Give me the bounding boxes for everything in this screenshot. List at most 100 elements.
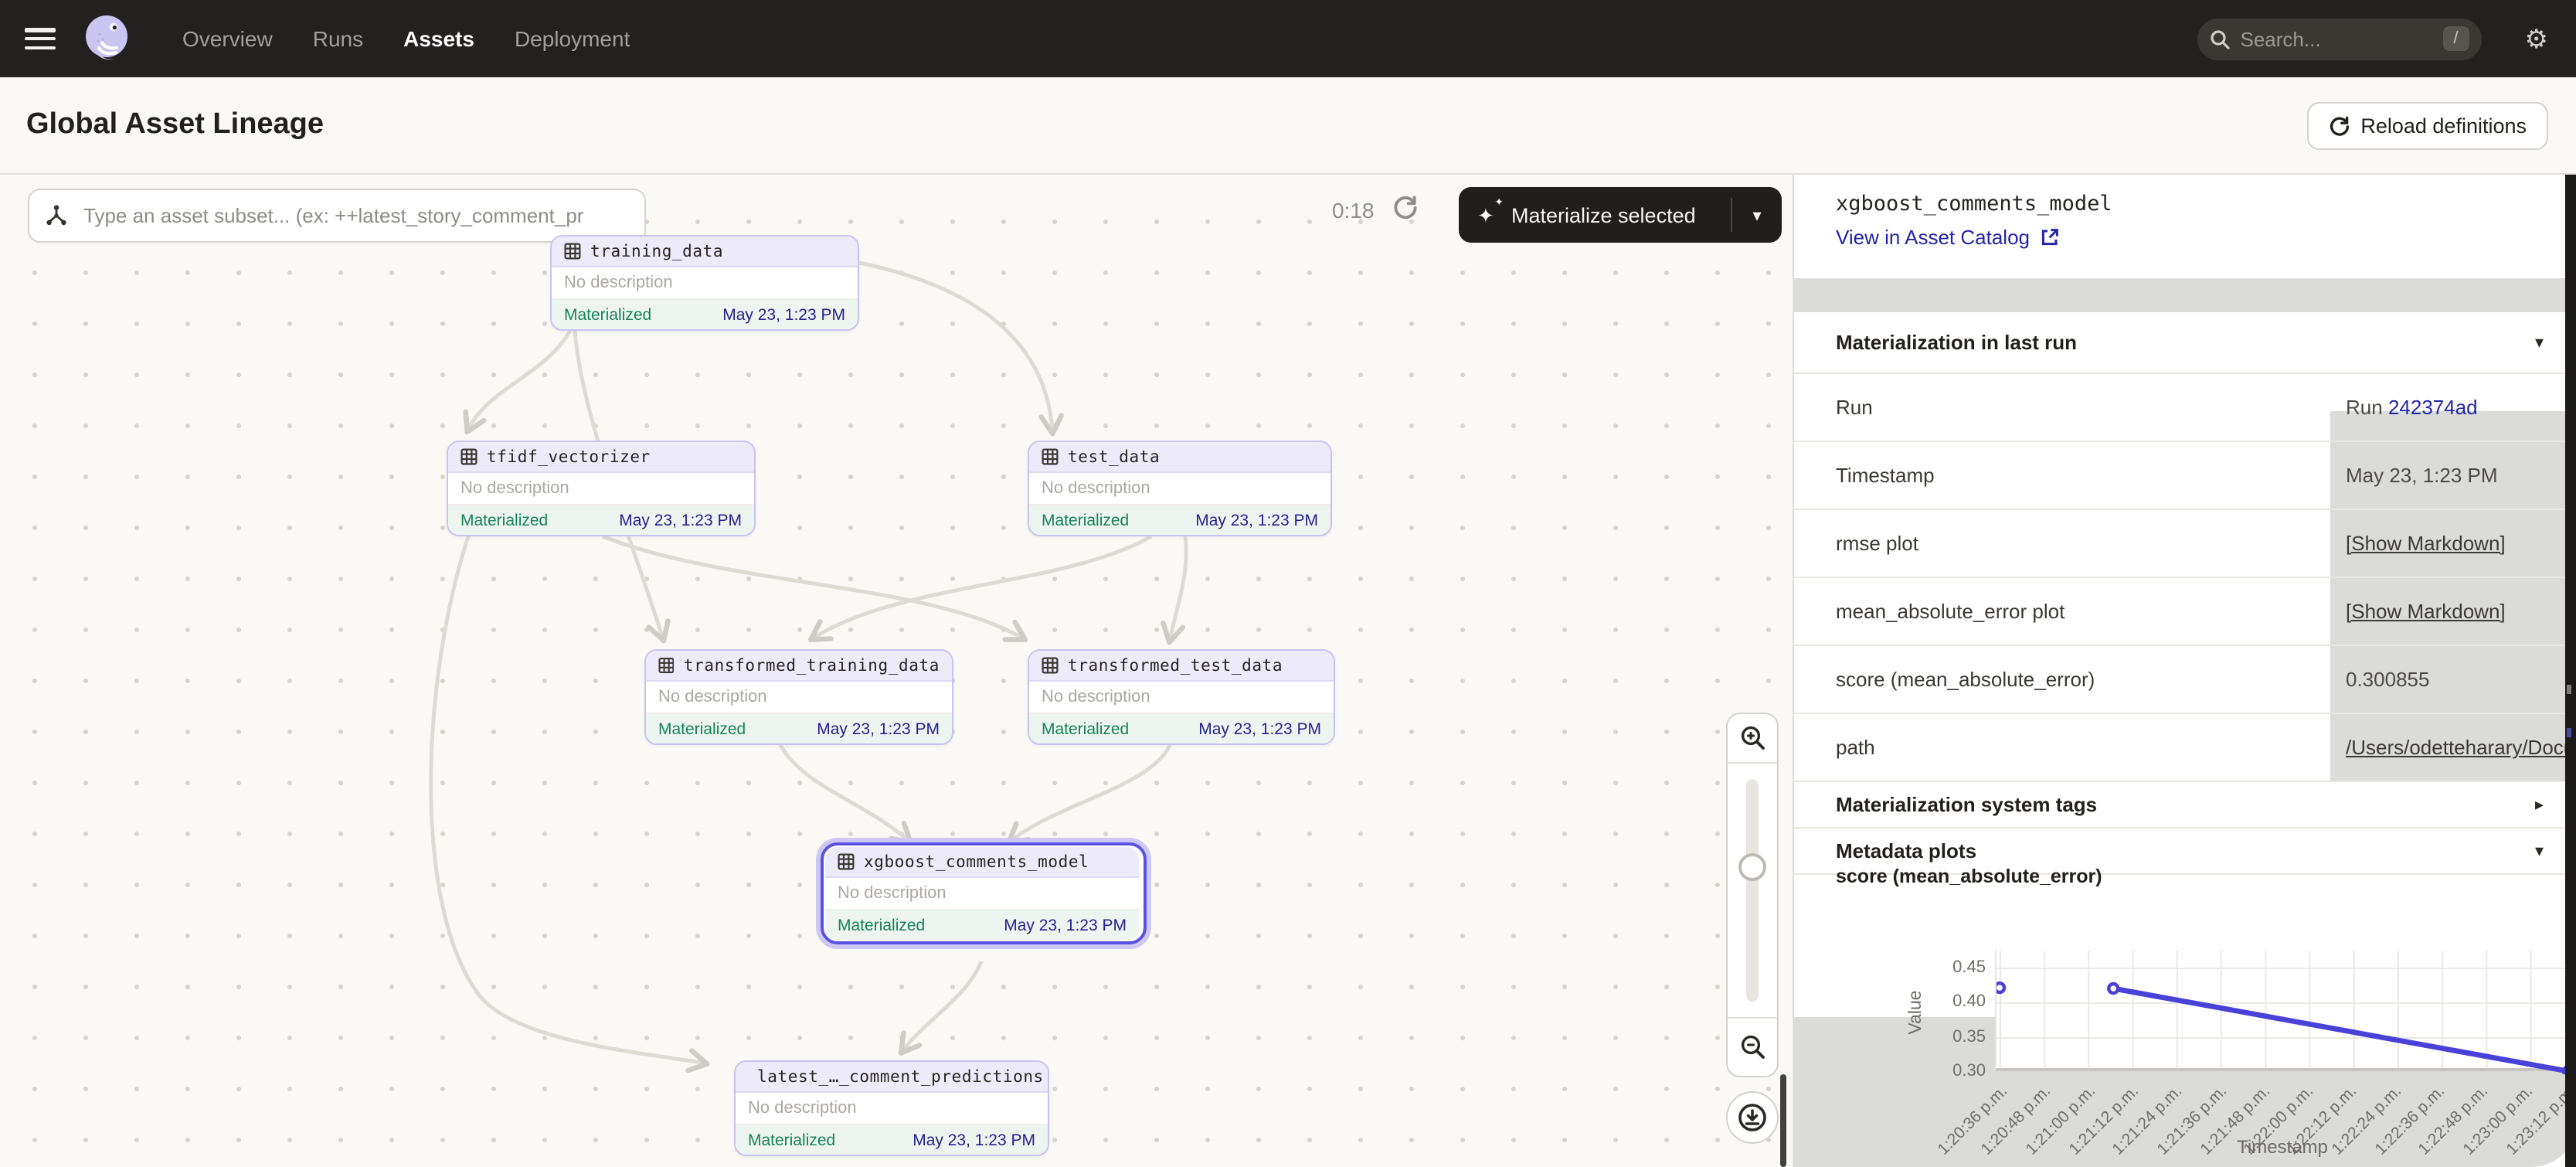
asset-node-transformed-test-data[interactable]: transformed_test_data No description Mat… xyxy=(1028,649,1335,745)
search-placeholder: Search... xyxy=(2241,27,2443,50)
gear-icon[interactable]: ⚙ xyxy=(2525,26,2549,52)
metadata-row-path: path /Users/odetteharary/Documents/versi… xyxy=(1794,714,2576,782)
zoom-slider[interactable] xyxy=(1728,762,1777,1019)
nav-item-runs[interactable]: Runs xyxy=(313,26,363,51)
nav-item-overview[interactable]: Overview xyxy=(182,26,273,51)
chart-data-point xyxy=(2109,984,2118,993)
run-id-link[interactable]: 242374ad xyxy=(2388,396,2478,419)
materialize-selected-label: Materialize selected xyxy=(1511,203,1696,226)
page-title: Global Asset Lineage xyxy=(26,108,324,142)
asset-node-name: transformed_test_data xyxy=(1068,656,1283,675)
asset-node-latest-comment-predictions[interactable]: latest_…_comment_predictions No descript… xyxy=(734,1060,1049,1156)
table-icon xyxy=(1042,448,1059,465)
asset-node-description: No description xyxy=(448,473,754,505)
chevron-down-icon: ▾ xyxy=(1752,205,1761,225)
table-icon xyxy=(658,657,675,674)
view-in-asset-catalog-link[interactable]: View in Asset Catalog xyxy=(1836,226,2059,249)
panel-divider-band xyxy=(1794,278,2576,312)
hamburger-menu-icon[interactable] xyxy=(25,28,56,49)
table-icon xyxy=(564,243,581,260)
asset-node-description: No description xyxy=(552,267,858,300)
y-tick-label: 0.30 xyxy=(1924,1062,1986,1080)
download-graph-button[interactable] xyxy=(1726,1091,1779,1144)
asset-details-panel: xgboost_comments_model View in Asset Cat… xyxy=(1793,175,2576,1167)
section-materialization-system-tags[interactable]: Materialization system tags ▸ xyxy=(1794,782,2576,828)
table-icon xyxy=(838,853,855,870)
app: Overview Runs Assets Deployment Search..… xyxy=(0,0,2576,1167)
top-nav: Overview Runs Assets Deployment Search..… xyxy=(0,0,2576,77)
y-tick-label: 0.40 xyxy=(1924,992,1986,1011)
chevron-down-icon: ▾ xyxy=(2535,841,2544,861)
graph-scrollbar[interactable] xyxy=(1780,1074,1786,1167)
asset-node-description: No description xyxy=(1029,473,1330,505)
status-badge: Materialized xyxy=(564,305,651,324)
materialization-time: May 23, 1:23 PM xyxy=(1195,511,1318,529)
y-axis-label: Value xyxy=(1907,958,1929,1067)
sparkle-icon: ✦ ✦ xyxy=(1477,203,1500,226)
asset-node-name: transformed_training_data xyxy=(684,656,940,675)
materialize-dropdown-button[interactable]: ▾ xyxy=(1731,198,1782,232)
zoom-in-button[interactable] xyxy=(1728,714,1777,762)
zoom-in-icon xyxy=(1739,725,1765,751)
materialize-selected-button[interactable]: ✦ ✦ Materialize selected ▾ xyxy=(1459,187,1782,243)
section-materialization-last-run[interactable]: Materialization in last run ▾ xyxy=(1794,312,2576,374)
status-badge: Materialized xyxy=(658,720,746,738)
nav-item-assets[interactable]: Assets xyxy=(403,26,474,51)
materialization-time: May 23, 1:23 PM xyxy=(722,305,845,324)
metadata-row-timestamp: Timestamp May 23, 1:23 PM xyxy=(1794,442,2576,510)
asset-node-training-data[interactable]: training_data No description Materialize… xyxy=(550,235,859,331)
refresh-countdown: 0:18 xyxy=(1332,198,1375,223)
asset-node-xgboost-comments-model-selected[interactable]: xgboost_comments_model No description Ma… xyxy=(821,842,1147,944)
zoom-out-icon xyxy=(1739,1034,1765,1060)
page-header: Global Asset Lineage Reload definitions xyxy=(0,77,2576,175)
asset-subset-input[interactable] xyxy=(80,202,629,229)
global-search-input[interactable]: Search... / xyxy=(2197,18,2482,60)
asset-node-test-data[interactable]: test_data No description Materialized May… xyxy=(1028,441,1332,536)
asset-node-description: No description xyxy=(646,682,952,714)
materialization-time: May 23, 1:23 PM xyxy=(1198,720,1321,738)
reload-definitions-label: Reload definitions xyxy=(2360,114,2527,138)
search-icon xyxy=(2210,29,2230,49)
asset-node-name: tfidf_vectorizer xyxy=(487,447,651,466)
asset-node-description: No description xyxy=(825,878,1139,910)
asset-node-tfidf-vectorizer[interactable]: tfidf_vectorizer No description Material… xyxy=(447,441,756,536)
asset-node-name: training_data xyxy=(590,242,723,260)
chevron-down-icon: ▾ xyxy=(2535,332,2544,352)
status-badge: Materialized xyxy=(1042,511,1129,529)
asset-node-transformed-training-data[interactable]: transformed_training_data No description… xyxy=(644,649,953,745)
score-chart-plot-area xyxy=(1995,951,2570,1071)
status-badge: Materialized xyxy=(460,511,548,529)
show-markdown-link[interactable]: [Show Markdown] xyxy=(2346,600,2506,623)
metadata-row-score: score (mean_absolute_error) 0.300855 xyxy=(1794,646,2576,714)
zoom-slider-thumb[interactable] xyxy=(1738,853,1766,881)
graph-filter-icon xyxy=(45,204,68,227)
zoom-out-button[interactable] xyxy=(1728,1019,1777,1076)
status-badge: Materialized xyxy=(1042,720,1129,738)
refresh-icon[interactable] xyxy=(1392,195,1419,221)
path-link[interactable]: /Users/odetteharary/Documents/version xyxy=(2346,736,2576,759)
dagster-logo-icon[interactable] xyxy=(80,12,133,65)
zoom-controls xyxy=(1726,713,1779,1077)
metadata-row-run: Run Run 242374ad xyxy=(1794,374,2576,442)
asset-node-description: No description xyxy=(736,1093,1048,1125)
asset-graph-pane[interactable]: 0:18 ✦ ✦ Materialize selected ▾ training… xyxy=(0,175,1793,1167)
nav-item-deployment[interactable]: Deployment xyxy=(515,26,630,51)
x-axis-label: Timestamp xyxy=(1995,1136,2570,1158)
panel-asset-name: xgboost_comments_model xyxy=(1836,192,2112,216)
chart-title: score (mean_absolute_error) xyxy=(1836,866,2102,887)
asset-subset-filter[interactable] xyxy=(28,189,646,243)
materialization-time: May 23, 1:23 PM xyxy=(1004,916,1127,934)
asset-node-name: latest_…_comment_predictions xyxy=(757,1067,1044,1086)
show-markdown-link[interactable]: [Show Markdown] xyxy=(2346,532,2506,555)
chart-data-point xyxy=(1997,983,2004,992)
asset-node-name: test_data xyxy=(1068,447,1160,466)
y-tick-label: 0.45 xyxy=(1924,958,1986,976)
materialization-time: May 23, 1:23 PM xyxy=(817,720,940,738)
download-icon xyxy=(1737,1102,1768,1133)
table-icon xyxy=(460,448,477,465)
right-edge-scrollbar[interactable] xyxy=(2565,175,2576,1167)
reload-definitions-button[interactable]: Reload definitions xyxy=(2306,102,2548,150)
external-link-icon xyxy=(2039,227,2059,247)
y-tick-label: 0.35 xyxy=(1924,1027,1986,1046)
materialization-time: May 23, 1:23 PM xyxy=(912,1131,1035,1149)
